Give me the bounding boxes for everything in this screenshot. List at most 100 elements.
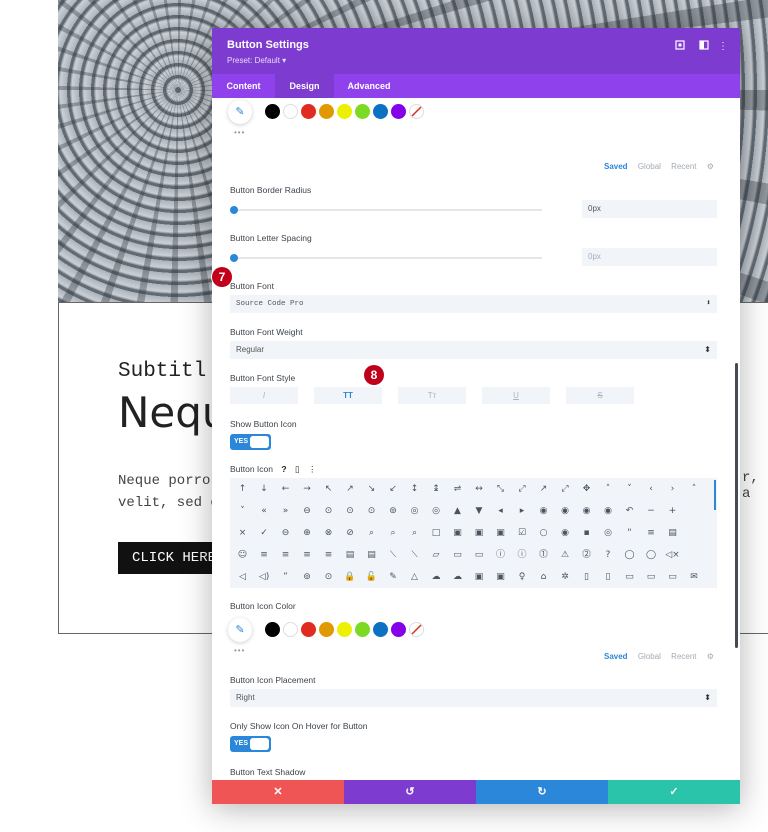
- border-radius-slider-handle[interactable]: [230, 206, 238, 214]
- icon-option[interactable]: ≡: [641, 522, 662, 544]
- more-colors-icon[interactable]: •••: [234, 128, 245, 137]
- icon-option[interactable]: ↙: [383, 478, 404, 500]
- hover-only-toggle[interactable]: YES: [230, 736, 271, 752]
- icon-option[interactable]: ⊙: [361, 500, 382, 522]
- icon-option[interactable]: ◯: [641, 544, 662, 566]
- icon-option[interactable]: ‹: [641, 478, 662, 500]
- icon-option[interactable]: ⊚: [297, 566, 318, 588]
- icon-option[interactable]: ▼: [469, 500, 490, 522]
- icon-option[interactable]: ▭: [469, 544, 490, 566]
- icon-option[interactable]: □: [426, 522, 447, 544]
- icon-option[interactable]: ▸: [512, 500, 533, 522]
- icon-option[interactable]: ≡: [254, 544, 275, 566]
- icon-option[interactable]: ›: [662, 478, 683, 500]
- more-colors-icon[interactable]: •••: [234, 646, 245, 655]
- icon-option[interactable]: ✥: [576, 478, 597, 500]
- icon-option[interactable]: ⓘ: [512, 544, 533, 566]
- icon-option[interactable]: ⚠: [555, 544, 576, 566]
- icon-option[interactable]: ⊙: [340, 500, 361, 522]
- swatch-orange[interactable]: [319, 622, 334, 637]
- palette-recent[interactable]: Recent: [671, 162, 696, 171]
- icon-option[interactable]: ⌕: [383, 522, 404, 544]
- icon-option[interactable]: ≡: [318, 544, 339, 566]
- icon-option[interactable]: −: [641, 500, 662, 522]
- palette-global[interactable]: Global: [638, 162, 661, 171]
- icon-option[interactable]: ⊗: [318, 522, 339, 544]
- swatch-orange[interactable]: [319, 104, 334, 119]
- icon-option[interactable]: ↨: [426, 478, 447, 500]
- icon-option[interactable]: ⌕: [404, 522, 425, 544]
- icon-option[interactable]: ▪: [576, 522, 597, 544]
- palette-saved[interactable]: Saved: [604, 162, 628, 171]
- swatch-green[interactable]: [355, 622, 370, 637]
- icon-option[interactable]: ▣: [469, 522, 490, 544]
- icon-option[interactable]: ↗: [340, 478, 361, 500]
- icon-option[interactable]: ♀: [512, 566, 533, 588]
- swatch-blue[interactable]: [373, 622, 388, 637]
- tab-design[interactable]: Design: [275, 74, 334, 98]
- swatch-red[interactable]: [301, 622, 316, 637]
- swatch-white[interactable]: [283, 104, 298, 119]
- tab-content[interactable]: Content: [212, 74, 275, 98]
- underline-button[interactable]: U: [482, 387, 550, 404]
- more-vertical-icon[interactable]: ⋮: [716, 40, 730, 54]
- capitalize-button[interactable]: Tт: [398, 387, 466, 404]
- icon-option[interactable]: ⟍: [404, 544, 425, 566]
- icon-option[interactable]: ⓵: [533, 544, 554, 566]
- icon-option[interactable]: 🔒: [340, 566, 361, 588]
- icon-option[interactable]: ⌂: [533, 566, 554, 588]
- icon-option[interactable]: ⓶: [576, 544, 597, 566]
- icon-option[interactable]: ↗: [533, 478, 554, 500]
- icon-option[interactable]: ◁): [254, 566, 275, 588]
- redo-button[interactable]: ↻: [476, 780, 608, 804]
- icon-option[interactable]: ▭: [447, 544, 468, 566]
- swatch-blue[interactable]: [373, 104, 388, 119]
- icon-option[interactable]: ”: [275, 566, 296, 588]
- show-icon-toggle[interactable]: YES: [230, 434, 271, 450]
- swatch-white[interactable]: [283, 622, 298, 637]
- settings-scrollbar[interactable]: [735, 363, 738, 648]
- letter-spacing-slider[interactable]: [234, 257, 542, 259]
- icon-option[interactable]: ⊚: [383, 500, 404, 522]
- help-icon[interactable]: ?: [281, 464, 286, 474]
- italic-button[interactable]: I: [230, 387, 298, 404]
- icon-option[interactable]: ▯: [576, 566, 597, 588]
- icon-option[interactable]: +: [662, 500, 683, 522]
- swatch-purple[interactable]: [391, 104, 406, 119]
- preset-selector[interactable]: Preset: Default ▾: [227, 56, 286, 65]
- icon-option[interactable]: ◉: [555, 522, 576, 544]
- palette-recent[interactable]: Recent: [671, 652, 696, 661]
- icon-option[interactable]: ○: [533, 522, 554, 544]
- expand-icon[interactable]: [673, 40, 687, 54]
- swatch-green[interactable]: [355, 104, 370, 119]
- icon-option[interactable]: ▣: [490, 522, 511, 544]
- icon-option[interactable]: ☁: [426, 566, 447, 588]
- tab-advanced[interactable]: Advanced: [334, 74, 404, 98]
- icon-option[interactable]: ▭: [641, 566, 662, 588]
- icon-option[interactable]: ⊕: [297, 522, 318, 544]
- icon-option[interactable]: »: [275, 500, 296, 522]
- icon-option[interactable]: ˄: [598, 478, 619, 500]
- cancel-button[interactable]: ✕: [212, 780, 344, 804]
- border-radius-slider[interactable]: [234, 209, 542, 211]
- uppercase-button[interactable]: TT: [314, 387, 382, 404]
- icon-option[interactable]: ✓: [254, 522, 275, 544]
- icon-option[interactable]: ◉: [576, 500, 597, 522]
- icon-picker-grid[interactable]: ↑ ↓ ← → ↖ ↗ ↘ ↙ ↕ ↨ ⇌ ↔ ⤡ ⤢ ↗ ⤢ ✥ ˄ ˅ ‹ › ˄ ˅ «» ⊖ ⊙ ⊙ ⊙ ⊚ ◎ ◎ ▲ ▼ ◂ ▸ ◉ ◉ ◉ ◉…: [230, 478, 717, 588]
- icon-option[interactable]: ☑: [512, 522, 533, 544]
- save-button[interactable]: ✓: [608, 780, 740, 804]
- swatch-purple[interactable]: [391, 622, 406, 637]
- gear-icon[interactable]: ⚙: [707, 652, 714, 661]
- icon-option[interactable]: ◂: [490, 500, 511, 522]
- icon-option[interactable]: ▭: [619, 566, 640, 588]
- icon-option[interactable]: ˅: [232, 500, 253, 522]
- icon-option[interactable]: ◎: [598, 522, 619, 544]
- icon-option[interactable]: ▣: [469, 566, 490, 588]
- icon-option[interactable]: ◁: [232, 566, 253, 588]
- swatch-yellow[interactable]: [337, 104, 352, 119]
- icon-option[interactable]: ▱: [426, 544, 447, 566]
- icon-option[interactable]: ⤢: [512, 478, 533, 500]
- icon-option[interactable]: ≡: [297, 544, 318, 566]
- icon-option[interactable]: ⊖: [275, 522, 296, 544]
- icon-option[interactable]: ↕: [404, 478, 425, 500]
